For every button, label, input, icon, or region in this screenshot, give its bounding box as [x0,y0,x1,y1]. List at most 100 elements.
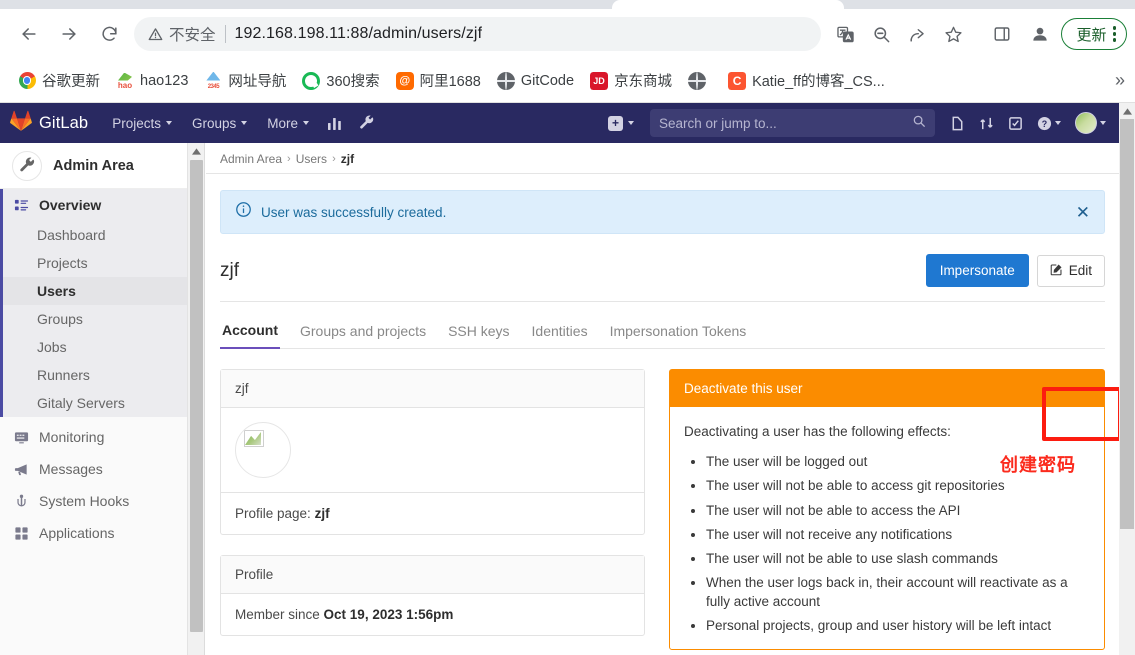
list-item: The user will not be able to access the … [706,502,1090,520]
tab-ssh-keys[interactable]: SSH keys [446,317,511,348]
bookmark-jd-mall[interactable]: JD 京东商城 [582,67,680,94]
sidebar-header-admin-area[interactable]: Admin Area [0,143,187,189]
scroll-up-arrow-icon[interactable] [188,143,204,160]
merge-requests-icon[interactable] [972,103,1001,143]
bookmark-site-navigation[interactable]: 网址导航 [196,67,294,94]
chrome-icon [18,72,36,90]
bookmark-google-update[interactable]: 谷歌更新 [10,67,108,94]
sidebar-scrollbar-thumb[interactable] [190,160,203,632]
plus-icon: + [608,115,623,131]
address-bar-url: 192.168.198.11:88/admin/users/zjf [234,25,483,42]
bookmark-360-search[interactable]: 360搜索 [294,67,387,94]
not-secure-warning-icon [148,27,163,42]
gitlab-logo-link[interactable]: GitLab [10,110,88,136]
bookmark-unnamed[interactable] [680,69,720,93]
todos-icon[interactable] [1001,103,1030,143]
wrench-admin-icon[interactable] [351,103,383,143]
page-title: zjf [220,259,239,281]
update-button[interactable]: 更新 [1061,18,1127,50]
tab-impersonation-tokens[interactable]: Impersonation Tokens [608,317,749,348]
sidebar-item-runners[interactable]: Runners [3,361,187,389]
sidebar-item-overview[interactable]: Overview [3,189,187,221]
sidebar-item-gitaly-servers[interactable]: Gitaly Servers [3,389,187,417]
alibaba-icon: @ [395,71,414,90]
success-alert: User was successfully created. ✕ [220,190,1105,234]
sidebar-item-system-hooks[interactable]: System Hooks [0,485,187,517]
bookmark-hao123[interactable]: hao hao123 [108,69,196,93]
forward-arrow-icon[interactable] [52,17,86,51]
sidebar-item-monitoring[interactable]: Monitoring [0,421,187,453]
overview-grid-icon [13,197,29,213]
globe-icon [496,71,515,90]
address-bar[interactable]: 不安全 192.168.198.11:88/admin/users/zjf [134,17,822,51]
gitlab-navbar: GitLab Projects Groups More + Search or … [0,103,1119,143]
navbar-groups-menu[interactable]: Groups [182,103,257,143]
translate-icon[interactable] [830,19,860,49]
hao123-icon: hao [116,72,134,90]
profile-avatar-icon[interactable] [1025,19,1055,49]
tab-groups-and-projects[interactable]: Groups and projects [298,317,428,348]
bookmark-label: hao123 [140,72,189,89]
bookmark-gitcode[interactable]: GitCode [489,69,582,93]
bookmark-label: GitCode [520,72,575,89]
search-input[interactable] [659,115,912,131]
bookmark-alibaba-1688[interactable]: @ 阿里1688 [388,67,489,94]
analytics-chart-icon[interactable] [319,103,351,143]
sidebar-group-overview: Overview Dashboard Projects Users Groups… [0,189,187,417]
side-panel-icon[interactable] [985,17,1019,51]
reload-icon[interactable] [92,17,126,51]
sidebar-item-dashboard[interactable]: Dashboard [3,221,187,249]
page-scrollbar-thumb[interactable] [1120,119,1134,529]
breadcrumb-item-admin-area[interactable]: Admin Area [220,152,282,166]
bookmark-label: 京东商城 [614,74,673,90]
sidebar-item-groups[interactable]: Groups [3,305,187,333]
sidebar-item-jobs[interactable]: Jobs [3,333,187,361]
sidebar-item-users[interactable]: Users [3,277,187,305]
browser-toolbar: 不安全 192.168.198.11:88/admin/users/zjf 更新 [0,9,1135,59]
create-new-menu[interactable]: + [600,115,642,131]
bookmark-star-icon[interactable] [938,19,968,49]
sidebar-item-label: Runners [37,367,90,383]
profile-page-value[interactable]: zjf [315,506,330,521]
sidebar-scrollbar[interactable] [188,143,205,655]
deactivate-card-title: Deactivate this user [670,370,1104,407]
breadcrumb-item-users[interactable]: Users [296,152,327,166]
issues-icon[interactable] [943,103,972,143]
chevron-down-icon [1055,121,1061,125]
global-search-box[interactable] [650,109,935,137]
share-icon[interactable] [902,19,932,49]
active-browser-tab[interactable] [612,0,844,9]
avatar [235,422,291,478]
sidebar-item-projects[interactable]: Projects [3,249,187,277]
close-icon[interactable]: ✕ [1076,204,1090,221]
help-question-icon[interactable]: ? [1030,103,1068,143]
bookmark-label: 阿里1688 [419,74,481,90]
bookmarks-overflow-icon[interactable]: » [1115,70,1125,91]
profile-card-title: Profile [221,556,644,594]
main-content: Admin Area › Users › zjf User was succes… [206,143,1119,655]
admin-sidebar: Admin Area Overview Dashboard Projects U… [0,143,188,655]
bookmarks-bar: 谷歌更新 hao hao123 网址导航 360搜索 @ 阿里1688 GitC… [0,59,1135,103]
tab-identities[interactable]: Identities [530,317,590,348]
page-header: zjf Impersonate Edit [220,254,1105,302]
360-icon [302,71,321,90]
scroll-up-arrow-icon[interactable] [1119,103,1135,119]
navbar-projects-menu[interactable]: Projects [102,103,182,143]
impersonate-button[interactable]: Impersonate [925,254,1029,287]
bookmark-katie-blog-csdn[interactable]: C Katie_ff的博客_CS... [720,67,893,94]
navbar-more-menu[interactable]: More [257,103,319,143]
user-menu[interactable] [1068,103,1113,143]
navbar-item-label: More [267,115,299,131]
sidebar-item-messages[interactable]: Messages [0,453,187,485]
zoom-out-icon[interactable] [866,19,896,49]
back-arrow-icon[interactable] [12,17,46,51]
page-scrollbar[interactable] [1119,103,1135,655]
tab-account[interactable]: Account [220,316,280,349]
chevron-down-icon [241,121,248,125]
edit-button[interactable]: Edit [1036,254,1105,287]
member-since-value: Oct 19, 2023 1:56pm [323,607,454,622]
profile-card: Profile Member since Oct 19, 2023 1:56pm [220,555,645,636]
chrome-menu-icon[interactable] [1112,26,1116,42]
sidebar-item-applications[interactable]: Applications [0,517,187,549]
omnibox-divider [224,25,226,43]
